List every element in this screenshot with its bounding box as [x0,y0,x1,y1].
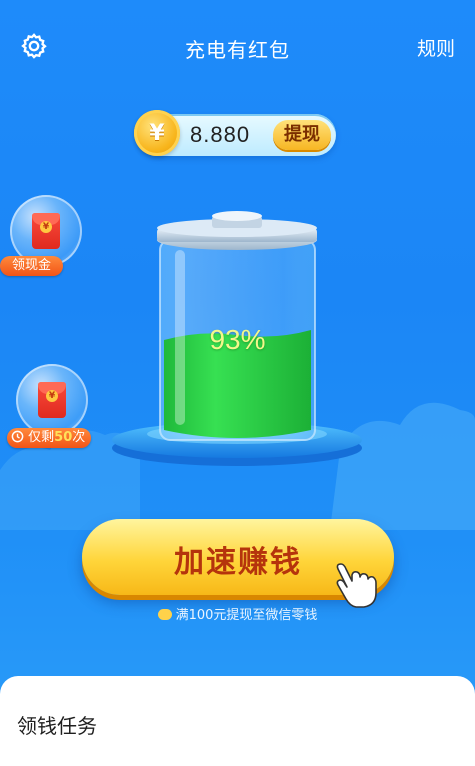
task-sheet-title: 领钱任务 [17,714,97,738]
withdraw-note: 满100元提现至微信零钱 [0,604,475,623]
wechat-icon [157,609,172,620]
balance-pill: ¥ 8.880 提现 [134,110,336,156]
top-bar: 充电有红包 规则 [0,0,475,92]
withdraw-button[interactable]: 提现 [273,120,331,150]
hand-pointer-icon [336,563,377,608]
note-text: 满100元提现至微信零钱 [175,608,318,623]
rules-link[interactable]: 规则 [417,34,455,61]
page-title: 充电有红包 [185,38,290,62]
battery-percent: 93% [209,324,266,355]
battery-area: 93% [0,190,475,490]
balance-amount: 8.880 [190,122,251,147]
coin-icon: ¥ [134,110,180,156]
task-sheet: 领钱任务 [0,676,475,766]
